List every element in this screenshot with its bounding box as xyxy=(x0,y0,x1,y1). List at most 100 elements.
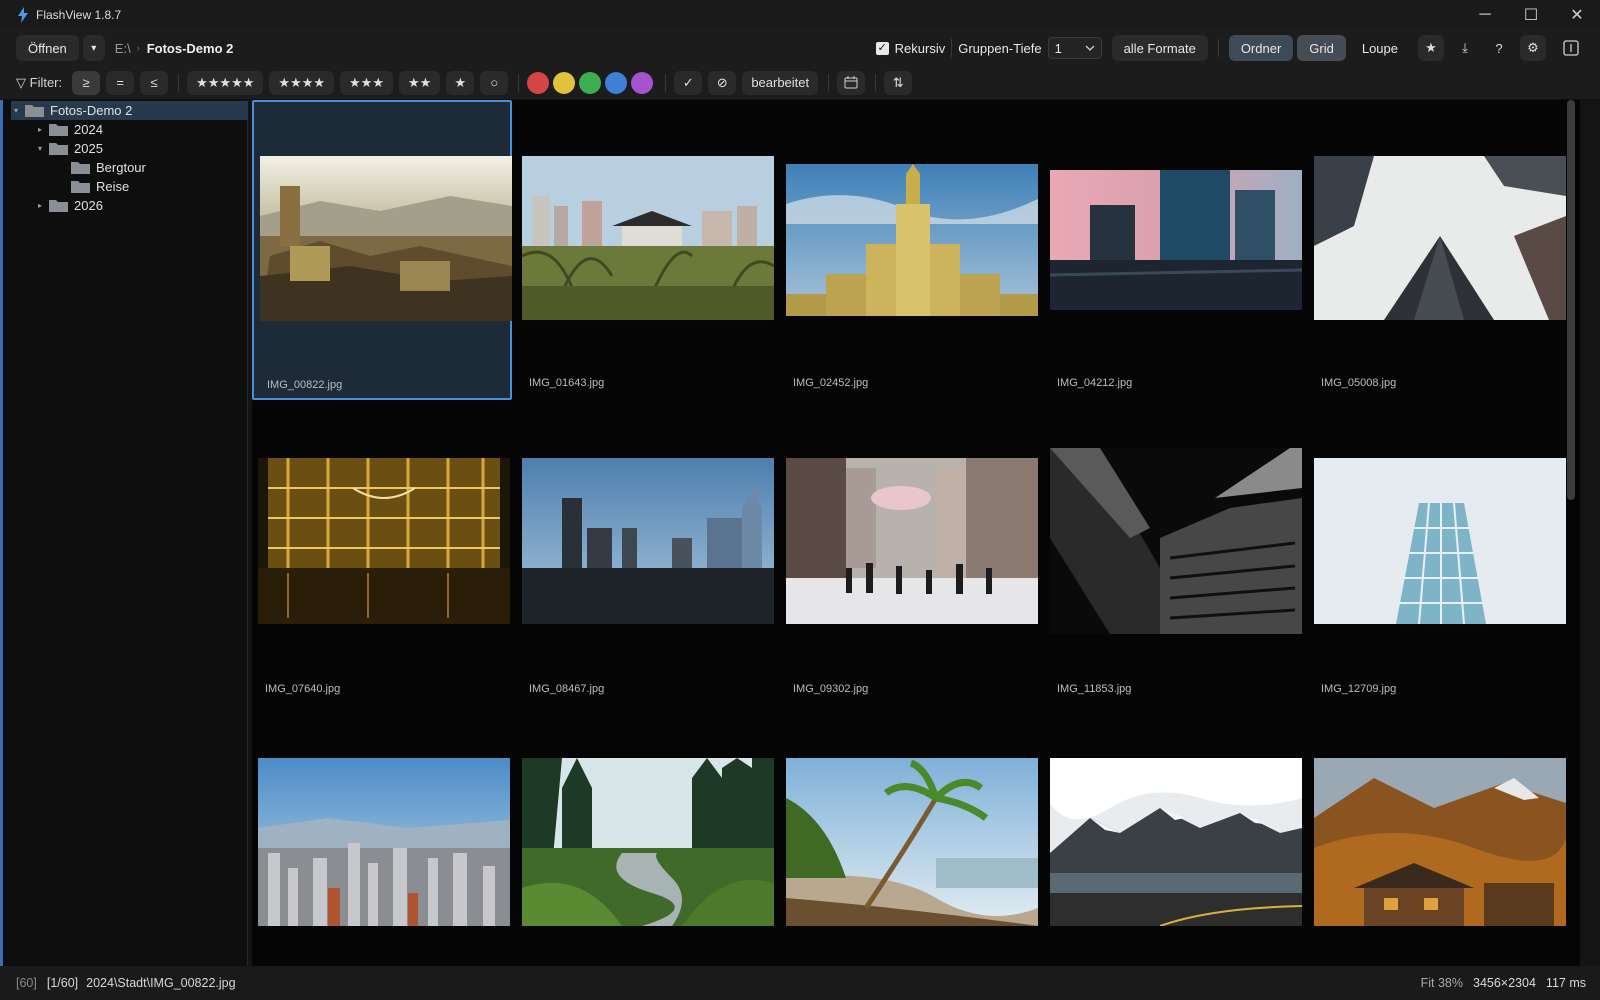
filter-less-equal-button[interactable]: ≤ xyxy=(140,70,169,95)
thumbnail-image xyxy=(1050,758,1302,926)
favorite-star-icon[interactable]: ★ xyxy=(1418,35,1444,61)
thumbnail-tile[interactable]: IMG_05008.jpg xyxy=(1308,100,1568,400)
recursive-checkbox[interactable]: ✓ xyxy=(875,41,889,55)
thumbnail-tile[interactable]: IMG_07640.jpg xyxy=(252,406,512,706)
chevron-down-icon xyxy=(1085,45,1095,51)
tree-item-label: Bergtour xyxy=(96,160,146,175)
thumbnail-tile[interactable] xyxy=(780,712,1040,966)
folder-icon xyxy=(49,200,68,212)
flag-rejected-icon[interactable]: ⊘ xyxy=(708,70,737,95)
rating-5-button[interactable]: ★★★★★ xyxy=(187,70,264,95)
sort-icon[interactable]: ⇅ xyxy=(884,70,913,95)
filter-divider xyxy=(875,73,877,92)
tree-item-2025[interactable]: ▾ 2025 xyxy=(35,139,103,158)
thumbnail-tile[interactable]: IMG_08467.jpg xyxy=(516,406,776,706)
thumbnail-tile[interactable] xyxy=(1044,712,1304,966)
status-dimensions: 3456×2304 xyxy=(1473,976,1536,990)
folder-icon xyxy=(25,105,44,117)
thumbnail-tile[interactable]: IMG_11853.jpg xyxy=(1044,406,1304,706)
thumbnail-tile[interactable]: IMG_04212.jpg xyxy=(1044,100,1304,400)
tree-item-reise[interactable]: Reise xyxy=(57,177,129,196)
color-label-green[interactable] xyxy=(579,71,602,94)
collapse-arrow-icon[interactable]: ▾ xyxy=(35,144,45,153)
tree-item-bergtour[interactable]: Bergtour xyxy=(57,158,146,177)
rating-4-button[interactable]: ★★★★ xyxy=(269,70,335,95)
status-total-count: [60] xyxy=(16,976,37,990)
filter-divider xyxy=(178,73,180,92)
thumbnail-tile[interactable]: IMG_09302.jpg xyxy=(780,406,1040,706)
expand-arrow-icon[interactable]: ▸ xyxy=(35,201,45,210)
collapse-arrow-icon[interactable]: ▾ xyxy=(11,106,21,115)
gear-icon[interactable]: ⚙ xyxy=(1520,35,1546,61)
thumbnail-filename: IMG_02452.jpg xyxy=(793,377,869,389)
edited-filter-button[interactable]: bearbeitet xyxy=(742,70,819,95)
status-position: [1/60] xyxy=(46,976,79,990)
thumbnail-image xyxy=(522,758,774,926)
thumbnail-grid[interactable]: IMG_00822.jpg IMG_01643.jpg IMG_02452.jp… xyxy=(252,100,1580,966)
rating-1-button[interactable]: ★ xyxy=(446,70,475,95)
open-dropdown-button[interactable]: ▾ xyxy=(82,35,105,61)
color-label-blue[interactable] xyxy=(605,71,628,94)
tree-item-fotos-demo-2[interactable]: ▾ Fotos-Demo 2 xyxy=(11,101,248,120)
view-loupe-button[interactable]: Loupe xyxy=(1350,35,1410,61)
rating-2-button[interactable]: ★★ xyxy=(399,70,441,95)
thumbnail-image xyxy=(786,164,1038,316)
view-folder-button[interactable]: Ordner xyxy=(1228,35,1294,61)
grid-scrollbar[interactable] xyxy=(1566,100,1576,966)
thumbnail-filename: IMG_08467.jpg xyxy=(529,683,605,695)
info-panel-icon[interactable] xyxy=(1558,35,1584,61)
download-icon[interactable]: ⤓ xyxy=(1452,35,1478,61)
tree-item-2024[interactable]: ▸ 2024 xyxy=(35,120,103,139)
formats-button[interactable]: alle Formate xyxy=(1111,35,1208,61)
breadcrumb-separator-icon: › xyxy=(136,43,140,53)
calendar-glyph-icon xyxy=(844,76,858,89)
flag-picked-icon[interactable]: ✓ xyxy=(674,70,703,95)
filter-greater-equal-button[interactable]: ≥ xyxy=(72,70,101,95)
thumbnail-image xyxy=(522,156,774,320)
tree-item-2026[interactable]: ▸ 2026 xyxy=(35,196,103,215)
minimize-button[interactable]: ─ xyxy=(1462,0,1508,30)
color-label-red[interactable] xyxy=(527,71,550,94)
rating-3-button[interactable]: ★★★ xyxy=(340,70,393,95)
tree-item-label: 2024 xyxy=(74,122,103,137)
recursive-label[interactable]: Rekursiv xyxy=(895,41,946,56)
color-label-yellow[interactable] xyxy=(553,71,576,94)
info-panel-glyph-icon xyxy=(1563,40,1579,56)
view-grid-button[interactable]: Grid xyxy=(1297,35,1346,61)
thumbnail-image xyxy=(258,758,510,926)
maximize-button[interactable]: ☐ xyxy=(1508,0,1554,30)
lightning-app-icon xyxy=(18,7,28,23)
main-toolbar: Öffnen ▾ E:\ › Fotos-Demo 2 ✓ Rekursiv G… xyxy=(0,30,1600,66)
thumbnail-tile[interactable]: IMG_01643.jpg xyxy=(516,100,776,400)
thumbnail-tile[interactable]: IMG_12709.jpg xyxy=(1308,406,1568,706)
thumbnail-tile[interactable]: IMG_02452.jpg xyxy=(780,100,1040,400)
filter-equal-button[interactable]: = xyxy=(106,70,135,95)
thumbnail-tile[interactable] xyxy=(516,712,776,966)
thumbnail-filename: IMG_07640.jpg xyxy=(265,683,341,695)
status-load-time: 117 ms xyxy=(1545,976,1586,990)
rating-none-button[interactable]: ○ xyxy=(480,70,509,95)
color-label-purple[interactable] xyxy=(631,71,654,94)
filter-divider xyxy=(518,73,520,92)
tree-item-label: Fotos-Demo 2 xyxy=(50,103,133,118)
toolbar-divider xyxy=(951,39,953,57)
group-depth-select[interactable]: 1 xyxy=(1047,37,1102,59)
breadcrumb-root[interactable]: E:\ xyxy=(115,41,131,56)
thumbnail-tile[interactable]: IMG_00822.jpg xyxy=(252,100,512,400)
expand-arrow-icon[interactable]: ▸ xyxy=(35,125,45,134)
thumbnail-tile[interactable] xyxy=(252,712,512,966)
thumbnail-filename: IMG_09302.jpg xyxy=(793,683,869,695)
folder-icon xyxy=(49,143,68,155)
help-icon[interactable]: ? xyxy=(1486,35,1512,61)
grid-scrollbar-thumb[interactable] xyxy=(1567,100,1575,500)
thumbnail-tile[interactable] xyxy=(1308,712,1568,966)
breadcrumb-current[interactable]: Fotos-Demo 2 xyxy=(147,41,234,56)
tree-item-label: Reise xyxy=(96,179,130,194)
close-button[interactable]: ✕ xyxy=(1554,0,1600,30)
toolbar-divider xyxy=(1217,39,1219,57)
open-button[interactable]: Öffnen xyxy=(16,35,79,61)
calendar-icon[interactable] xyxy=(837,70,866,95)
thumbnail-filename: IMG_00822.jpg xyxy=(267,379,343,391)
tree-item-label: 2025 xyxy=(74,141,103,156)
folder-icon xyxy=(49,124,68,136)
